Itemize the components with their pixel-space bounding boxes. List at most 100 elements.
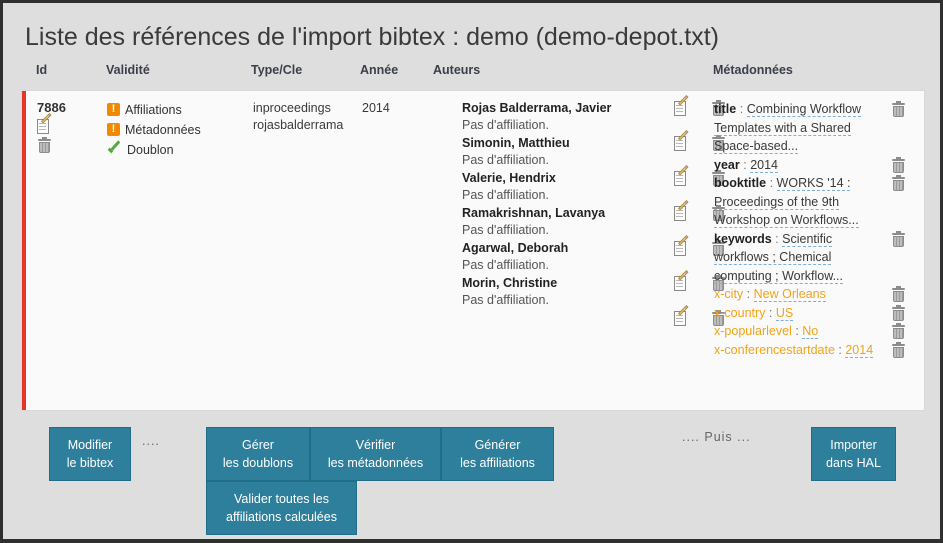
generer-affiliations-line1: Générer <box>474 438 521 452</box>
warning-icon <box>107 122 120 136</box>
metadata-key: booktitle <box>714 176 767 190</box>
validity-label: Métadonnées <box>125 122 201 137</box>
validity-label: Doublon <box>127 142 174 157</box>
author-affiliation: Pas d'affiliation. <box>462 153 549 167</box>
edit-author-icon[interactable] <box>674 200 691 222</box>
metadata-item: x-popularlevel : No <box>714 322 914 341</box>
delete-metadata-icon[interactable] <box>891 156 906 174</box>
column-header-validity: Validité <box>106 63 150 77</box>
author-affiliation: Pas d'affiliation. <box>462 258 549 272</box>
edit-author-icon[interactable] <box>674 130 691 152</box>
metadata-separator: : <box>838 342 842 357</box>
metadata-separator: : <box>769 176 774 190</box>
generer-affiliations-button[interactable]: Générer les affiliations <box>441 427 554 481</box>
author-item: Ramakrishnan, Lavanya Pas d'affiliation. <box>462 200 726 239</box>
delete-reference-icon[interactable] <box>37 137 52 154</box>
modifier-bibtex-line1: Modifier <box>67 438 113 452</box>
metadata-separator: : <box>739 102 744 116</box>
page-title: Liste des références de l'import bibtex … <box>25 23 719 51</box>
metadata-value[interactable]: 2014 <box>845 342 874 358</box>
verifier-metadonnees-line2: les métadonnées <box>327 456 424 470</box>
metadata-value[interactable]: New Orleans <box>753 287 826 302</box>
delete-metadata-icon[interactable] <box>891 304 906 322</box>
validity-label: Affiliations <box>125 102 182 117</box>
delete-metadata-icon[interactable] <box>891 230 906 248</box>
metadata-item: year : 2014 <box>714 156 914 175</box>
modifier-bibtex-line2: le bibtex <box>66 456 114 470</box>
delete-metadata-icon[interactable] <box>891 323 906 340</box>
metadata-key: keywords <box>714 231 772 246</box>
metadata-key: x-conferencestartdate <box>714 342 835 357</box>
metadata-separator: : <box>795 324 799 338</box>
metadata-value[interactable]: Combining Workflow Templates with a Shar… <box>714 102 862 154</box>
reference-id: 7886 <box>37 100 66 115</box>
metadata-key: year <box>714 157 740 172</box>
metadata-value[interactable]: US <box>775 305 794 321</box>
author-name: Agarwal, Deborah <box>462 241 569 255</box>
verifier-metadonnees-line1: Vérifier <box>355 438 396 452</box>
column-header-id: Id <box>36 63 48 77</box>
edit-author-icon[interactable] <box>674 270 691 292</box>
author-name: Valerie, Hendrix <box>462 171 556 185</box>
author-item: Agarwal, Deborah Pas d'affiliation. <box>462 235 726 274</box>
cell-typecle: inproceedings rojasbalderrama <box>253 100 358 134</box>
metadata-key: x-popularlevel <box>714 324 792 338</box>
warning-icon <box>107 102 120 116</box>
reference-key: rojasbalderrama <box>253 118 344 132</box>
metadata-separator: : <box>746 287 751 301</box>
metadata-key: x-country <box>714 305 766 320</box>
valider-affiliations-button[interactable]: Valider toutes les affiliations calculée… <box>206 481 357 535</box>
valider-affiliations-line2: affiliations calculées <box>226 510 337 524</box>
metadata-item: booktitle : WORKS '14 : Proceedings of t… <box>714 174 914 230</box>
author-name <box>462 310 622 327</box>
metadata-value[interactable]: 2014 <box>750 157 778 173</box>
import-bibtex-page: Liste des références de l'import bibtex … <box>3 3 940 539</box>
metadata-separator: : <box>775 231 779 246</box>
metadata-separator: : <box>743 157 747 172</box>
edit-reference-icon[interactable] <box>37 112 54 135</box>
metadata-item: keywords : Scientific workflows ; Chemic… <box>714 230 914 286</box>
cell-year: 2014 <box>362 100 422 117</box>
edit-author-icon[interactable] <box>674 165 691 187</box>
metadata-key: x-city <box>714 287 744 301</box>
cell-id: 7886 <box>37 100 97 154</box>
metadata-key: title <box>714 102 737 116</box>
delete-metadata-icon[interactable] <box>891 286 906 303</box>
column-header-metadata: Métadonnées <box>713 63 793 77</box>
delete-metadata-icon[interactable] <box>891 175 906 192</box>
puis-separator: .... Puis ... <box>682 430 751 444</box>
edit-author-icon[interactable] <box>674 305 691 327</box>
edit-author-icon[interactable] <box>674 235 691 257</box>
table-header: Id Validité Type/Cle Année Auteurs Métad… <box>3 63 940 87</box>
reference-year: 2014 <box>362 101 390 115</box>
cell-validity: Affiliations Métadonnées Doublon <box>107 100 247 160</box>
author-item: Valerie, Hendrix Pas d'affiliation. <box>462 165 726 204</box>
importer-hal-button[interactable]: Importer dans HAL <box>811 427 896 481</box>
gerer-doublons-line2: les doublons <box>222 456 294 470</box>
verifier-metadonnees-button[interactable]: Vérifier les métadonnées <box>310 427 441 481</box>
metadata-item: x-conferencestartdate : 2014 <box>714 341 914 360</box>
metadata-value[interactable]: No <box>802 324 819 339</box>
metadata-separator: : <box>768 305 773 320</box>
delete-metadata-icon[interactable] <box>891 101 906 118</box>
validity-item-duplicate: Doublon <box>107 140 247 159</box>
gerer-doublons-button[interactable]: Gérer les doublons <box>206 427 310 481</box>
column-header-authors: Auteurs <box>433 63 481 77</box>
modifier-bibtex-button[interactable]: Modifier le bibtex <box>49 427 131 481</box>
metadata-item: x-city : New Orleans <box>714 285 914 304</box>
edit-author-icon[interactable] <box>674 95 691 117</box>
references-table-panel: 7886 Affiliations <box>21 90 925 411</box>
author-name: Morin, Christine <box>462 276 558 290</box>
generer-affiliations-line2: les affiliations <box>460 456 535 470</box>
table-row: 7886 Affiliations <box>22 91 924 410</box>
delete-metadata-icon[interactable] <box>891 341 906 359</box>
author-affiliation: Pas d'affiliation. <box>462 188 549 202</box>
author-affiliation: Pas d'affiliation. <box>462 223 549 237</box>
gerer-doublons-line1: Gérer <box>242 438 274 452</box>
metadata-item: x-country : US <box>714 304 914 323</box>
author-item: Morin, Christine Pas d'affiliation. <box>462 270 726 309</box>
author-item: Rojas Balderrama, Javier Pas d'affiliati… <box>462 95 726 134</box>
cell-metadata: title : Combining Workflow Templates wit… <box>714 100 914 359</box>
author-affiliation: Pas d'affiliation. <box>462 293 549 307</box>
importer-hal-line2: dans HAL <box>826 456 881 470</box>
